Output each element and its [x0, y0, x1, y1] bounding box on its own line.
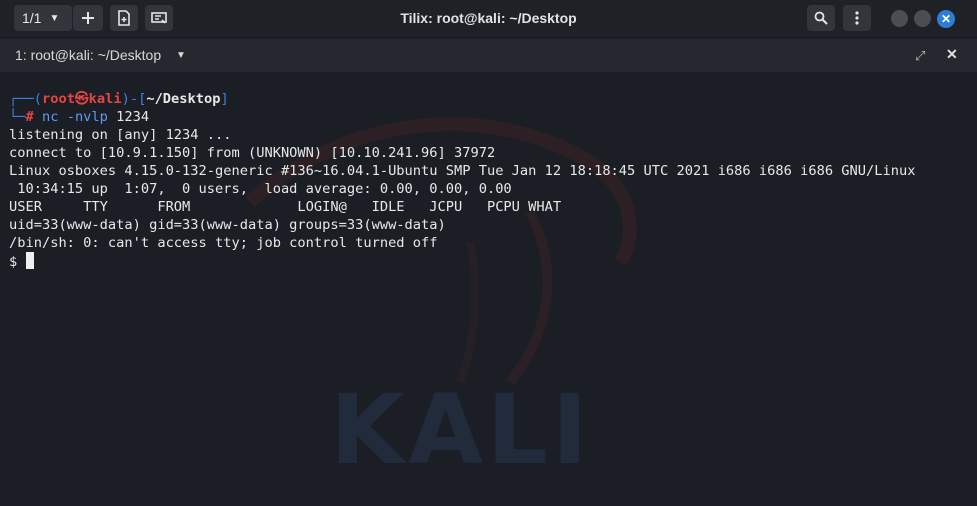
search-button[interactable]: [807, 5, 835, 31]
menu-icon: [855, 11, 859, 25]
output-line: uid=33(www-data) gid=33(www-data) groups…: [9, 217, 446, 233]
prompt-path: ~/Desktop: [146, 91, 221, 107]
maximize-window-button[interactable]: [914, 10, 931, 27]
terminal-output[interactable]: KALI ┌──(root㉿kali)-[~/Desktop] └─# nc -…: [0, 72, 977, 506]
prompt-line-bottom: └─# nc -nvlp 1234: [9, 108, 915, 126]
shell-prompt-line: $: [9, 252, 915, 270]
terminal-lines: ┌──(root㉿kali)-[~/Desktop] └─# nc -nvlp …: [9, 90, 915, 270]
prompt-corner-top: ┌──(: [9, 91, 42, 107]
shell-prompt: $: [9, 254, 18, 270]
chevron-down-icon[interactable]: ▼: [176, 39, 186, 72]
prompt-user: root㉿kali: [41, 91, 122, 107]
prompt-corner-bottom: └─: [9, 109, 26, 125]
output-line: connect to [10.9.1.150] from (UNKNOWN) […: [9, 145, 496, 161]
output-line: USER TTY FROM LOGIN@ IDLE JCPU PCPU WHAT: [9, 199, 562, 215]
maximize-icon[interactable]: ⤢: [915, 48, 925, 64]
kali-watermark-text: KALI: [330, 374, 592, 486]
minimize-button[interactable]: [891, 10, 908, 27]
output-line: listening on [any] 1234 ...: [9, 127, 232, 143]
output-line: 10:34:15 up 1:07, 0 users, load average:…: [9, 181, 512, 197]
prompt-line-top: ┌──(root㉿kali)-[~/Desktop]: [9, 90, 915, 108]
menu-button[interactable]: [843, 5, 871, 31]
terminal-tab-bar: 1: root@kali: ~/Desktop ▼ ⤢ ✕: [0, 39, 977, 72]
prompt-close: ]: [220, 91, 229, 107]
search-icon: [814, 11, 828, 25]
title-bar: 1/1 ▼ Tilix: root@kali: ~/Desktop ✕: [0, 0, 977, 36]
output-line: Linux osboxes 4.15.0-132-generic #136~16…: [9, 163, 916, 179]
command-argument: 1234: [116, 109, 150, 125]
close-icon: ✕: [940, 12, 952, 26]
command-text: nc -nvlp: [41, 109, 108, 125]
close-window-button[interactable]: ✕: [937, 10, 955, 28]
terminal-tab-title[interactable]: 1: root@kali: ~/Desktop: [15, 39, 161, 72]
close-icon[interactable]: ✕: [946, 46, 958, 63]
prompt-hash: #: [25, 109, 34, 125]
text-cursor: [25, 252, 34, 269]
prompt-separator: )-[: [121, 91, 147, 107]
output-line: /bin/sh: 0: can't access tty; job contro…: [9, 235, 438, 251]
